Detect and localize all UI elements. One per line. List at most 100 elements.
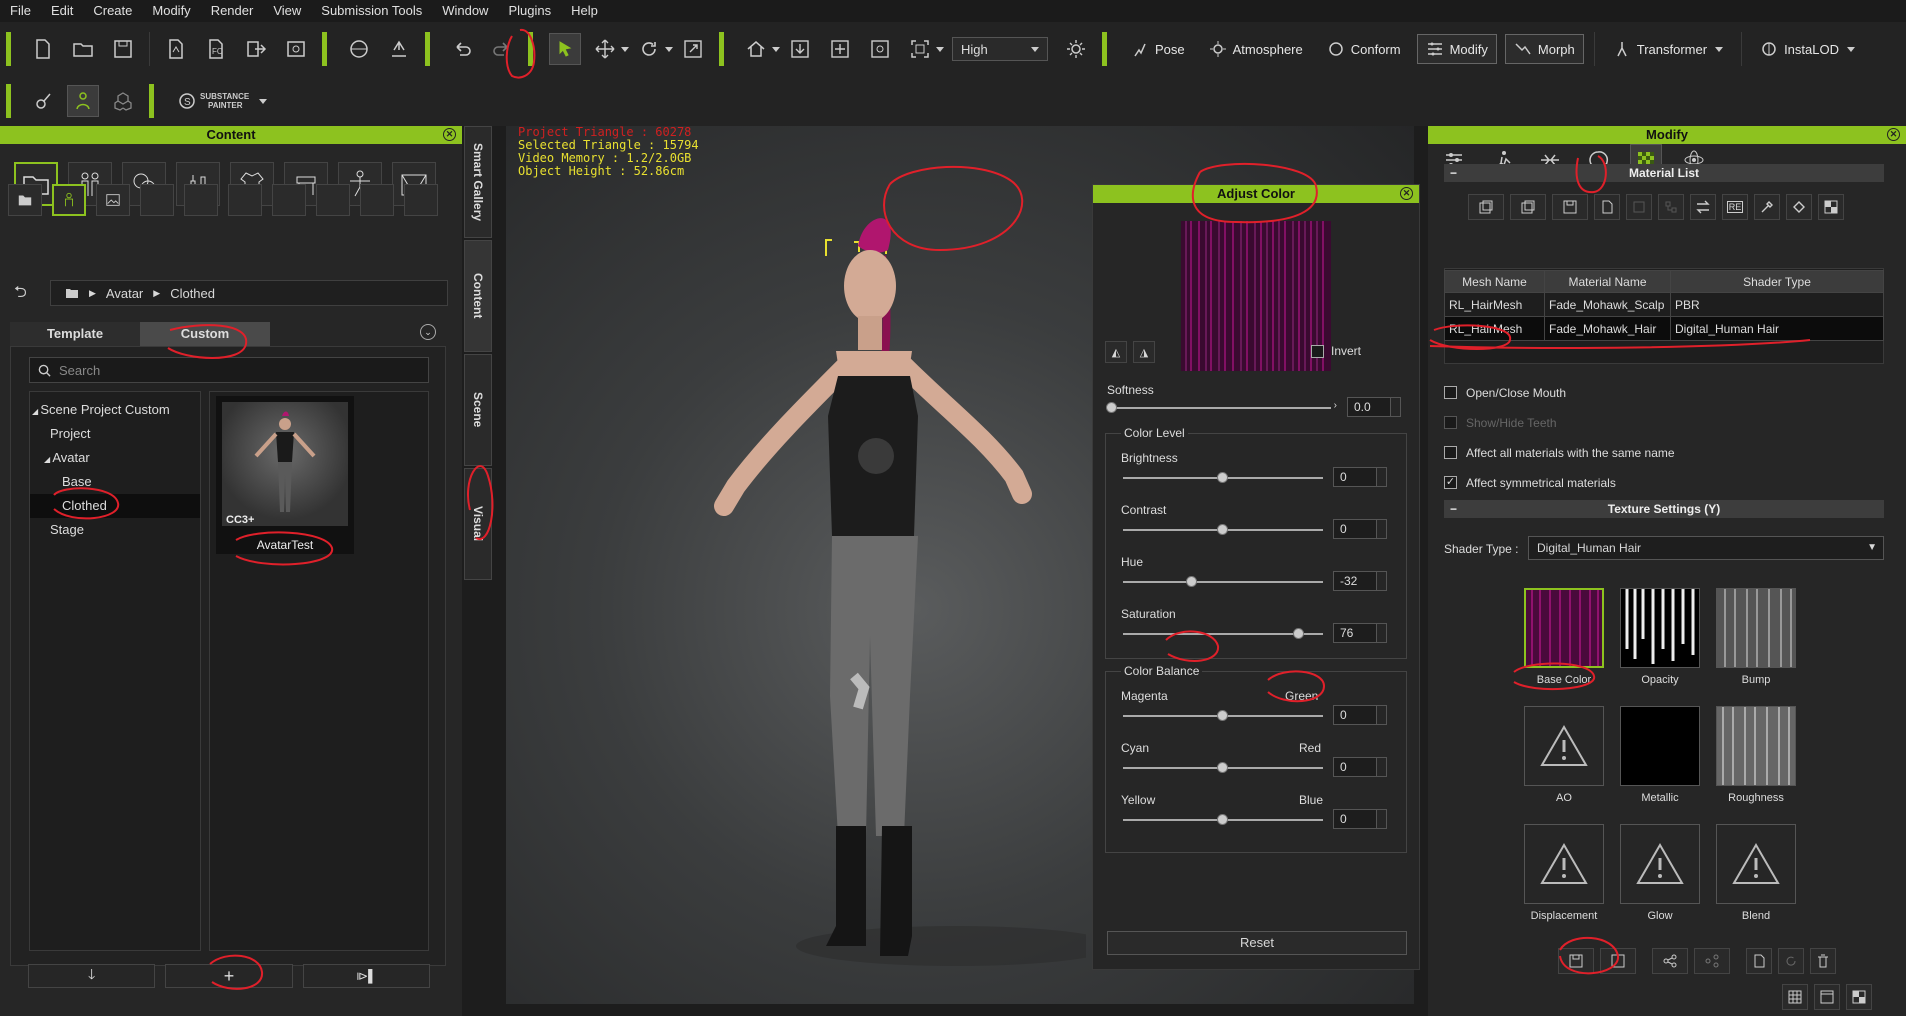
folder-icon[interactable]	[8, 184, 42, 216]
tab-visual[interactable]: Visual	[464, 468, 492, 580]
roughness-slot[interactable]	[1716, 706, 1796, 786]
breadcrumb-clothed[interactable]: Clothed	[170, 286, 215, 301]
saturation-spinner[interactable]	[1377, 623, 1387, 643]
contrast-value[interactable]: 0	[1333, 519, 1377, 539]
menu-edit[interactable]: Edit	[41, 0, 83, 22]
close-icon[interactable]: ✕	[1400, 187, 1413, 200]
slider-knob[interactable]	[1217, 710, 1228, 721]
drop-to-floor-icon[interactable]	[784, 33, 816, 65]
close-icon[interactable]: ✕	[443, 128, 456, 141]
empty-slot[interactable]	[228, 184, 262, 216]
flip-horizontal-button[interactable]: ◭	[1105, 341, 1127, 363]
slider-knob[interactable]	[1106, 402, 1117, 413]
window-button[interactable]	[1814, 984, 1840, 1010]
move-icon[interactable]	[589, 33, 621, 65]
chevron-down-icon[interactable]	[621, 46, 629, 52]
slider-knob[interactable]	[1217, 472, 1228, 483]
tree-item-clothed[interactable]: Clothed	[30, 494, 200, 518]
close-icon[interactable]: ✕	[1887, 128, 1900, 141]
save-icon[interactable]	[107, 33, 139, 65]
yellow-blue-spinner[interactable]	[1377, 809, 1387, 829]
checker-button[interactable]	[1818, 194, 1844, 220]
delete-button[interactable]	[1810, 948, 1836, 974]
apply-button[interactable]: ⧐▌	[302, 964, 430, 988]
add-content-button[interactable]: +	[165, 964, 293, 988]
empty-slot[interactable]	[360, 184, 394, 216]
yellow-blue-slider[interactable]	[1123, 814, 1323, 825]
chevron-down-icon[interactable]	[772, 46, 780, 52]
table-row[interactable]: RL_HairMesh Fade_Mohawk_Hair Digital_Hum…	[1444, 316, 1884, 341]
instalod-button[interactable]: InstaLOD	[1752, 34, 1863, 64]
tab-template[interactable]: Template	[10, 322, 140, 346]
empty-slot[interactable]	[140, 184, 174, 216]
column-material-name[interactable]: Material Name	[1544, 270, 1671, 293]
reset-button[interactable]: Reset	[1107, 931, 1407, 955]
tree-item-avatar[interactable]: ◢ Avatar	[30, 446, 200, 470]
tab-smart-gallery[interactable]: Smart Gallery	[464, 126, 492, 238]
yellow-blue-value[interactable]: 0	[1333, 809, 1377, 829]
brightness-spinner[interactable]	[1377, 467, 1387, 487]
import-icon[interactable]	[160, 33, 192, 65]
refresh-button[interactable]	[1778, 948, 1804, 974]
base-color-slot[interactable]	[1524, 588, 1604, 668]
pose-button[interactable]: Pose	[1123, 34, 1193, 64]
tree-item-stage[interactable]: Stage	[30, 518, 200, 542]
menu-window[interactable]: Window	[432, 0, 498, 22]
column-shader-type[interactable]: Shader Type	[1670, 270, 1884, 293]
tab-content[interactable]: Content	[464, 240, 492, 352]
file-button[interactable]	[1746, 948, 1772, 974]
ao-slot[interactable]	[1524, 706, 1604, 786]
slider-knob[interactable]	[1293, 628, 1304, 639]
collapse-icon[interactable]: ⌄	[420, 324, 436, 340]
tree-item-scene-project-custom[interactable]: ◢ Scene Project Custom	[30, 398, 200, 422]
pick-icon[interactable]	[27, 85, 59, 117]
menu-create[interactable]: Create	[83, 0, 142, 22]
brightness-value[interactable]: 0	[1333, 467, 1377, 487]
select-arrow-icon[interactable]	[549, 33, 581, 65]
save-texture-button[interactable]	[1558, 948, 1594, 974]
sun-icon[interactable]	[1060, 33, 1092, 65]
glow-slot[interactable]	[1620, 824, 1700, 904]
hue-value[interactable]: -32	[1333, 571, 1377, 591]
breadcrumb-avatar[interactable]: Avatar	[106, 286, 143, 301]
rotate-icon[interactable]	[633, 33, 665, 65]
blend-slot[interactable]	[1716, 824, 1796, 904]
tab-scene[interactable]: Scene	[464, 354, 492, 466]
menu-modify[interactable]: Modify	[142, 0, 200, 22]
image-plus-icon[interactable]	[96, 184, 130, 216]
load-material-button[interactable]	[1468, 194, 1504, 220]
quality-dropdown[interactable]: High	[952, 37, 1048, 61]
softness-spinner[interactable]	[1391, 397, 1401, 417]
download-button[interactable]: 🡓	[28, 964, 156, 988]
brightness-slider[interactable]	[1123, 472, 1323, 483]
hue-spinner[interactable]	[1377, 571, 1387, 591]
invert-checkbox[interactable]	[1311, 345, 1324, 358]
grid-view-button[interactable]	[1782, 984, 1808, 1010]
home-icon[interactable]	[740, 33, 772, 65]
empty-slot[interactable]	[184, 184, 218, 216]
swap-button[interactable]	[1690, 194, 1716, 220]
cubes-icon[interactable]	[107, 85, 139, 117]
collapse-icon[interactable]: −	[1450, 164, 1457, 182]
atmosphere-button[interactable]: Atmosphere	[1201, 34, 1311, 64]
empty-slot[interactable]	[272, 184, 306, 216]
hue-slider[interactable]	[1123, 576, 1323, 587]
morph-button[interactable]: Morph	[1504, 34, 1584, 64]
menu-submission-tools[interactable]: Submission Tools	[311, 0, 432, 22]
saturation-value[interactable]: 76	[1333, 623, 1377, 643]
cyan-red-value[interactable]: 0	[1333, 757, 1377, 777]
contrast-spinner[interactable]	[1377, 519, 1387, 539]
tree-item-project[interactable]: Project	[30, 422, 200, 446]
light-icon[interactable]	[383, 33, 415, 65]
displacement-slot[interactable]	[1524, 824, 1604, 904]
back-icon[interactable]: ⮌	[14, 281, 27, 308]
re-button[interactable]: RE	[1722, 194, 1748, 220]
undo-icon[interactable]	[446, 33, 478, 65]
shader-type-dropdown[interactable]: Digital_Human Hair ▼	[1528, 536, 1884, 560]
affect-same-name-checkbox[interactable]	[1444, 446, 1457, 459]
magenta-green-value[interactable]: 0	[1333, 705, 1377, 725]
avatar-3d-model[interactable]	[686, 176, 1086, 996]
tree-item-base[interactable]: Base	[30, 470, 200, 494]
eyedropper-button[interactable]	[1754, 194, 1780, 220]
saturation-slider[interactable]	[1123, 628, 1323, 639]
